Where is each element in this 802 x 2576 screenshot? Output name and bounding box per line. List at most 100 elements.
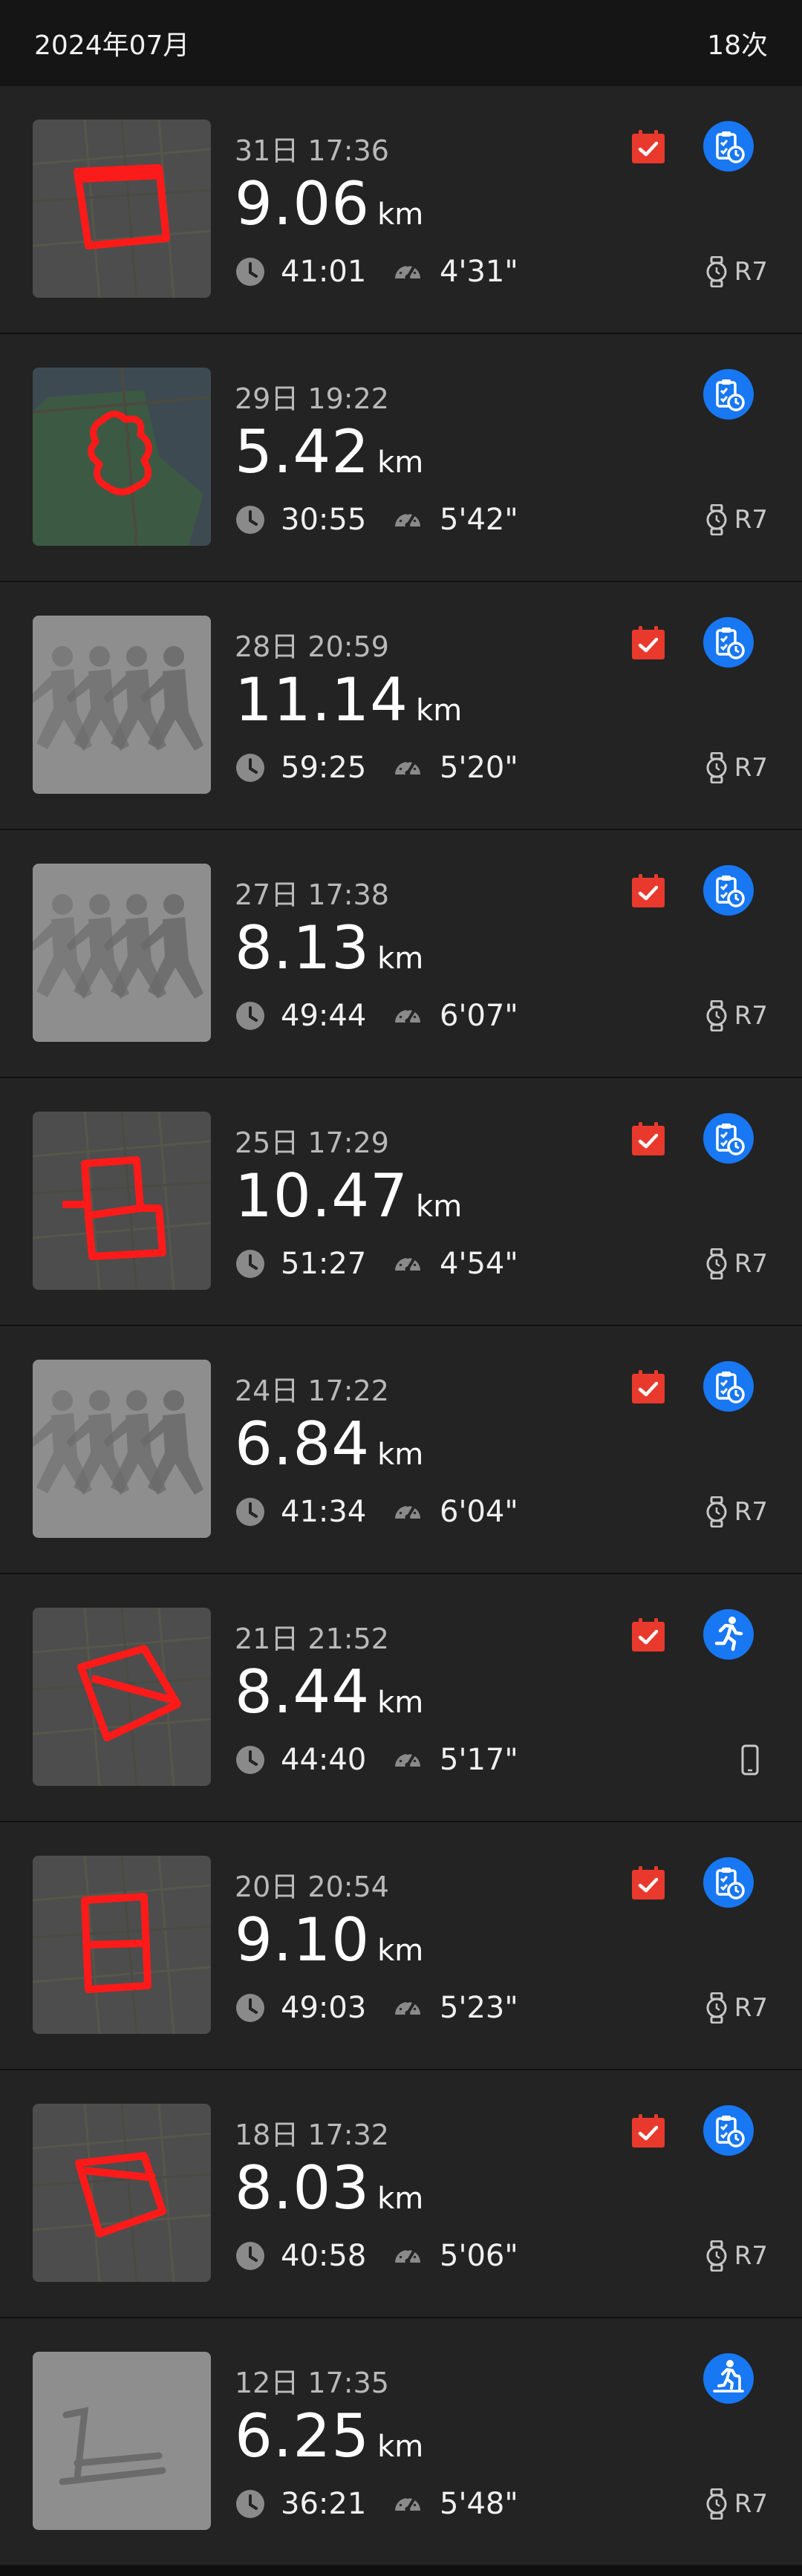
pace-value: 6'04" — [440, 1495, 518, 1529]
clock-icon — [235, 2240, 266, 2272]
clock-icon — [235, 1992, 266, 2024]
speedometer-icon — [392, 256, 423, 287]
workout-stats: 49:03 5'23" — [235, 1987, 518, 2029]
workout-datetime: 24日 17:22 — [235, 1375, 389, 1407]
clipboard-clock-icon[interactable] — [702, 1360, 754, 1412]
route-thumbnail — [33, 1360, 211, 1538]
clock-icon — [235, 1744, 266, 1776]
distance-value: 6.84 — [235, 1409, 371, 1478]
source-device: R7 — [705, 1496, 768, 1528]
workout-distance: 8.44 km — [235, 1657, 423, 1726]
device-name: R7 — [734, 2241, 768, 2271]
distance-value: 8.44 — [235, 1657, 371, 1726]
watch-icon — [705, 2488, 728, 2520]
duration-value: 59:25 — [281, 751, 367, 785]
distance-unit: km — [377, 446, 424, 480]
checkin-calendar-icon — [630, 873, 666, 909]
distance-unit: km — [377, 198, 424, 232]
workout-distance: 6.84 km — [235, 1409, 423, 1478]
speedometer-icon — [392, 504, 423, 535]
pace-value: 4'54" — [440, 1247, 518, 1281]
workout-distance: 6.25 km — [235, 2401, 423, 2471]
source-device: R7 — [705, 2488, 768, 2520]
clock-icon — [235, 1496, 266, 1527]
clipboard-clock-icon[interactable] — [702, 2104, 754, 2156]
treadmill-person-icon[interactable] — [702, 2352, 754, 2404]
clipboard-clock-icon[interactable] — [702, 1112, 754, 1164]
distance-unit: km — [377, 2430, 424, 2464]
workout-stats: 59:25 5'20" — [235, 747, 518, 789]
distance-unit: km — [377, 1934, 424, 1968]
source-device: R7 — [705, 1992, 768, 2024]
workout-row[interactable]: 24日 17:22 6.84 km 41:34 6'04" R7 — [0, 1326, 802, 1574]
speedometer-icon — [392, 2488, 423, 2520]
clipboard-clock-icon[interactable] — [702, 368, 754, 420]
clipboard-clock-icon[interactable] — [702, 120, 754, 172]
device-name: R7 — [734, 505, 768, 535]
workout-datetime: 21日 21:52 — [235, 1623, 389, 1655]
route-thumbnail — [33, 616, 211, 794]
route-thumbnail — [33, 1608, 211, 1786]
duration-value: 44:40 — [281, 1743, 367, 1777]
running-person-icon[interactable] — [702, 1608, 754, 1660]
distance-unit: km — [377, 2182, 424, 2216]
distance-value: 9.10 — [235, 1905, 371, 1975]
workout-datetime: 27日 17:38 — [235, 878, 389, 911]
speedometer-icon — [392, 1744, 423, 1776]
workout-stats: 44:40 5'17" — [235, 1739, 518, 1781]
workout-stats: 51:27 4'54" — [235, 1243, 518, 1285]
clipboard-clock-icon[interactable] — [702, 616, 754, 668]
workout-row[interactable]: 21日 21:52 8.44 km 44:40 5'17" — [0, 1574, 802, 1822]
duration-value: 51:27 — [281, 1247, 367, 1281]
watch-icon — [705, 1992, 728, 2024]
source-device — [738, 1744, 768, 1776]
clock-icon — [235, 504, 266, 535]
workout-row[interactable]: 18日 17:32 8.03 km 40:58 5'06" R7 — [0, 2070, 802, 2318]
distance-value: 8.03 — [235, 2153, 371, 2223]
duration-value: 49:44 — [281, 999, 367, 1033]
route-thumbnail — [33, 1856, 211, 2034]
pace-value: 5'42" — [440, 503, 518, 537]
workout-datetime: 29日 19:22 — [235, 382, 389, 415]
pace-value: 5'20" — [440, 751, 518, 785]
phone-icon — [738, 1744, 762, 1776]
workout-row[interactable]: 27日 17:38 8.13 km 49:44 6'07" R7 — [0, 830, 802, 1078]
workout-distance: 8.03 km — [235, 2153, 423, 2223]
workout-row[interactable]: 25日 17:29 10.47 km 51:27 4'54" R7 — [0, 1078, 802, 1326]
workout-row[interactable]: 12日 17:35 6.25 km 36:21 5'48" R7 — [0, 2318, 802, 2566]
workout-stats: 49:44 6'07" — [235, 995, 518, 1037]
route-thumbnail — [33, 368, 211, 546]
clipboard-clock-icon[interactable] — [702, 864, 754, 916]
duration-value: 41:01 — [281, 255, 367, 289]
clock-icon — [235, 256, 266, 287]
watch-icon — [705, 504, 728, 535]
workout-datetime: 20日 20:54 — [235, 1871, 389, 1903]
speedometer-icon — [392, 752, 423, 783]
device-name: R7 — [734, 1497, 768, 1527]
workout-row[interactable]: 29日 19:22 5.42 km 30:55 5'42" R7 — [0, 334, 802, 582]
checkin-calendar-icon — [630, 1121, 666, 1157]
watch-icon — [705, 752, 728, 783]
device-name: R7 — [734, 1249, 768, 1279]
duration-value: 49:03 — [281, 1991, 367, 2025]
checkin-calendar-icon — [630, 1865, 666, 1901]
workout-list: 31日 17:36 9.06 km 41:01 4'31" R7 29日 19:22 5.42… — [0, 86, 802, 2566]
distance-value: 8.13 — [235, 913, 371, 982]
clipboard-clock-icon[interactable] — [702, 1856, 754, 1908]
distance-value: 5.42 — [235, 417, 371, 486]
workout-distance: 11.14 km — [235, 665, 462, 734]
device-name: R7 — [734, 1001, 768, 1031]
workout-row[interactable]: 28日 20:59 11.14 km 59:25 5'20" R7 — [0, 582, 802, 830]
checkin-calendar-icon — [630, 2113, 666, 2149]
checkin-calendar-icon — [630, 1369, 666, 1405]
workout-row[interactable]: 31日 17:36 9.06 km 41:01 4'31" R7 — [0, 86, 802, 334]
workout-datetime: 31日 17:36 — [235, 134, 389, 167]
watch-icon — [705, 2240, 728, 2272]
workout-row[interactable]: 20日 20:54 9.10 km 49:03 5'23" R7 — [0, 1822, 802, 2070]
workout-distance: 8.13 km — [235, 913, 423, 982]
route-thumbnail — [33, 2104, 211, 2282]
clock-icon — [235, 1248, 266, 1279]
source-device: R7 — [705, 503, 768, 536]
route-thumbnail — [33, 864, 211, 1042]
distance-unit: km — [377, 942, 424, 976]
